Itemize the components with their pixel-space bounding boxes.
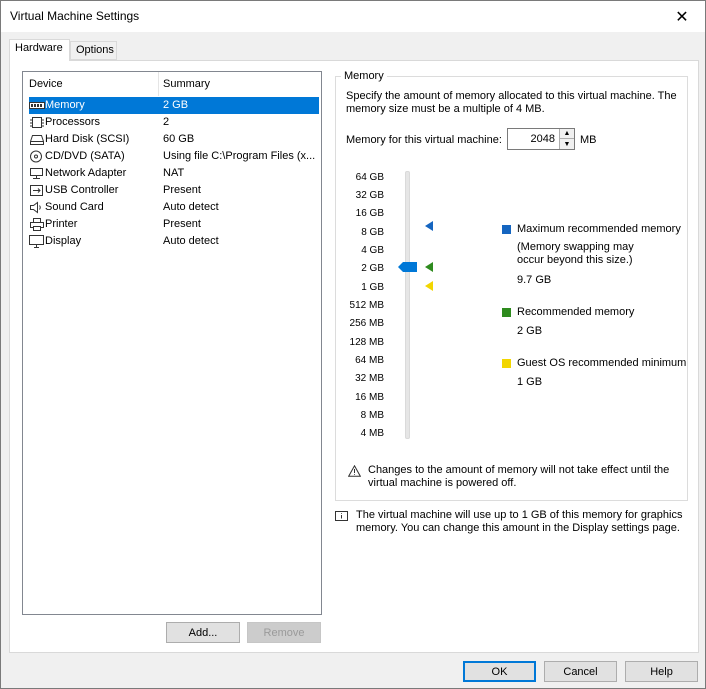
usb-icon bbox=[30, 185, 43, 196]
scale-label: 4 MB bbox=[360, 428, 384, 439]
scale-label: 256 MB bbox=[349, 318, 384, 329]
scale-label: 64 MB bbox=[355, 355, 384, 366]
device-list[interactable]: Device Summary Memory 2 GB Processors 2 … bbox=[22, 71, 322, 615]
scale-label: 1 GB bbox=[361, 282, 384, 293]
device-summary: 2 bbox=[163, 116, 170, 128]
info-icon bbox=[335, 511, 348, 521]
ok-button[interactable]: OK bbox=[463, 661, 536, 682]
memory-spinbox[interactable]: 2048 ▲ ▼ bbox=[507, 128, 575, 150]
cancel-button[interactable]: Cancel bbox=[544, 661, 617, 682]
hardware-panel: Device Summary Memory 2 GB Processors 2 … bbox=[9, 60, 699, 653]
scale-label: 64 GB bbox=[355, 172, 384, 183]
memory-icon bbox=[29, 102, 45, 109]
memory-warning: Changes to the amount of memory will not… bbox=[368, 464, 670, 489]
scale-label: 8 GB bbox=[361, 227, 384, 238]
tab-hardware[interactable]: Hardware bbox=[9, 39, 70, 61]
scale-label: 128 MB bbox=[349, 337, 384, 348]
device-summary: Using file C:\Program Files (x... bbox=[163, 150, 316, 162]
scale-label: 2 GB bbox=[361, 263, 384, 274]
device-summary: Auto detect bbox=[163, 235, 219, 247]
recommended-marker bbox=[425, 262, 433, 272]
help-button[interactable]: Help bbox=[625, 661, 698, 682]
memory-description: Specify the amount of memory allocated t… bbox=[346, 90, 677, 115]
column-separator[interactable] bbox=[158, 72, 159, 96]
memory-unit: MB bbox=[580, 134, 597, 146]
scale-label: 8 MB bbox=[360, 410, 384, 421]
device-summary: 60 GB bbox=[163, 133, 195, 145]
cd-dvd-icon bbox=[30, 150, 42, 163]
device-row-hard-disk[interactable]: Hard Disk (SCSI) 60 GB bbox=[29, 131, 319, 148]
column-header-summary[interactable]: Summary bbox=[163, 78, 210, 90]
hard-disk-icon bbox=[30, 135, 44, 145]
recommended-value: 2 GB bbox=[517, 325, 543, 337]
device-row-processors[interactable]: Processors 2 bbox=[29, 114, 319, 131]
device-name: Display bbox=[45, 235, 82, 247]
close-icon: ✕ bbox=[675, 8, 689, 26]
guest-min-marker bbox=[425, 281, 433, 291]
device-name: Hard Disk (SCSI) bbox=[45, 133, 130, 145]
guest-min-label: Guest OS recommended minimum bbox=[517, 357, 687, 369]
device-row-usb-controller[interactable]: USB Controller Present bbox=[29, 182, 319, 199]
processor-icon bbox=[30, 117, 44, 128]
max-recommended-value: 9.7 GB bbox=[517, 274, 552, 286]
warning-icon bbox=[348, 465, 361, 477]
scale-label: 16 GB bbox=[355, 208, 384, 219]
memory-field-label: Memory for this virtual machine: bbox=[346, 134, 502, 146]
device-summary: 2 GB bbox=[163, 99, 189, 111]
settings-window: Virtual Machine Settings ✕ Hardware Opti… bbox=[0, 0, 706, 689]
sound-card-icon bbox=[30, 201, 41, 214]
chevron-down-icon: ▼ bbox=[563, 140, 571, 148]
scale-label: 32 MB bbox=[355, 373, 384, 384]
tab-options[interactable]: Options bbox=[70, 41, 117, 60]
spin-down-button[interactable]: ▼ bbox=[559, 139, 574, 149]
device-name: Network Adapter bbox=[45, 167, 127, 179]
device-name: CD/DVD (SATA) bbox=[45, 150, 125, 162]
device-name: Processors bbox=[45, 116, 101, 128]
display-icon bbox=[29, 235, 44, 248]
device-name: Memory bbox=[45, 99, 85, 111]
remove-button[interactable]: Remove bbox=[247, 622, 321, 643]
device-row-memory[interactable]: Memory 2 GB bbox=[29, 97, 319, 114]
device-name: Printer bbox=[45, 218, 78, 230]
device-name: USB Controller bbox=[45, 184, 119, 196]
scale-label: 4 GB bbox=[361, 245, 384, 256]
memory-group-title: Memory bbox=[341, 70, 387, 82]
spin-up-button[interactable]: ▲ bbox=[559, 129, 574, 139]
memory-slider-track[interactable] bbox=[405, 171, 410, 439]
max-recommended-label: Maximum recommended memory bbox=[517, 223, 681, 235]
memory-value[interactable]: 2048 bbox=[508, 133, 555, 145]
max-recommended-marker bbox=[425, 221, 433, 231]
max-recommended-note: (Memory swapping may occur beyond this s… bbox=[517, 241, 634, 266]
device-row-printer[interactable]: Printer Present bbox=[29, 216, 319, 233]
guest-min-value: 1 GB bbox=[517, 376, 543, 388]
column-header-device[interactable]: Device bbox=[29, 78, 63, 90]
network-adapter-icon bbox=[30, 168, 43, 179]
device-list-header: Device Summary bbox=[23, 72, 321, 96]
memory-slider-thumb[interactable] bbox=[398, 262, 417, 272]
device-summary: Auto detect bbox=[163, 201, 219, 213]
window-title: Virtual Machine Settings bbox=[10, 9, 140, 23]
device-name: Sound Card bbox=[45, 201, 104, 213]
device-summary: Present bbox=[163, 184, 201, 196]
graphics-memory-info: The virtual machine will use up to 1 GB … bbox=[356, 509, 683, 534]
recommended-label: Recommended memory bbox=[517, 306, 635, 318]
printer-icon bbox=[30, 218, 44, 231]
add-button[interactable]: Add... bbox=[166, 622, 240, 643]
scale-label: 512 MB bbox=[349, 300, 384, 311]
device-row-cd-dvd[interactable]: CD/DVD (SATA) Using file C:\Program File… bbox=[29, 148, 319, 165]
close-button[interactable]: ✕ bbox=[659, 1, 705, 32]
max-recommended-swatch bbox=[502, 225, 511, 234]
device-row-sound-card[interactable]: Sound Card Auto detect bbox=[29, 199, 319, 216]
chevron-up-icon: ▲ bbox=[563, 130, 571, 137]
scale-label: 32 GB bbox=[355, 190, 384, 201]
scale-label: 16 MB bbox=[355, 392, 384, 403]
recommended-swatch bbox=[502, 308, 511, 317]
device-row-network-adapter[interactable]: Network Adapter NAT bbox=[29, 165, 319, 182]
device-summary: Present bbox=[163, 218, 201, 230]
device-summary: NAT bbox=[163, 167, 185, 179]
guest-min-swatch bbox=[502, 359, 511, 368]
device-row-display[interactable]: Display Auto detect bbox=[29, 233, 319, 250]
title-bar: Virtual Machine Settings ✕ bbox=[1, 1, 705, 32]
